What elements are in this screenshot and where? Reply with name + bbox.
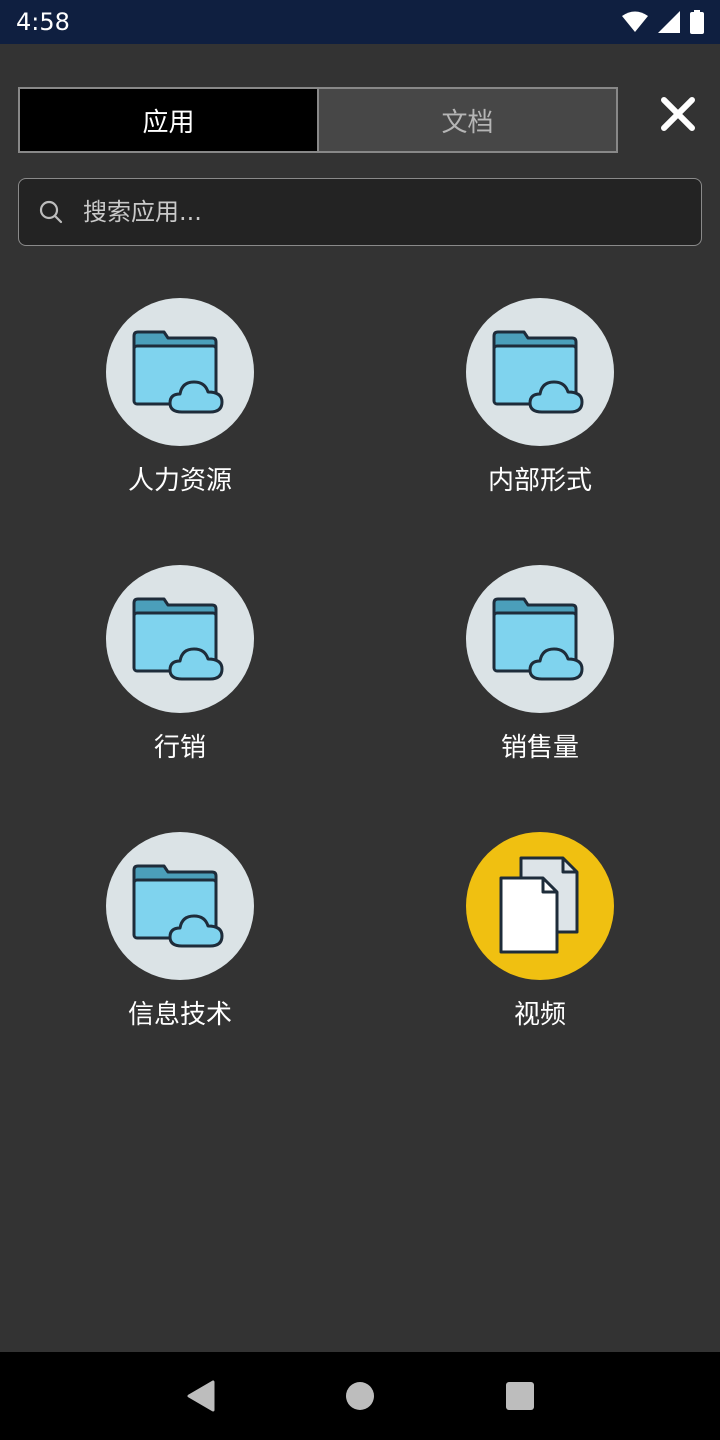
app-grid: 人力资源 内部形式 行销 销售量 信息技术 视频 (0, 298, 720, 1099)
back-triangle-icon (187, 1380, 215, 1412)
app-circle (466, 298, 614, 446)
folder-cloud-icon (132, 330, 224, 414)
tab-apps[interactable]: 应用 (20, 89, 317, 151)
close-button[interactable] (656, 92, 700, 136)
app-tile-hr[interactable]: 人力资源 (0, 298, 360, 565)
app-tile-marketing[interactable]: 行销 (0, 565, 360, 832)
tab-bar: 应用 文档 (18, 87, 618, 153)
search-box[interactable] (18, 178, 702, 246)
app-label: 视频 (513, 1000, 566, 1030)
search-icon (39, 200, 63, 224)
tab-documents[interactable]: 文档 (317, 89, 616, 151)
app-circle (466, 565, 614, 713)
cellular-signal-icon (658, 11, 680, 33)
navigation-bar (0, 1352, 720, 1440)
app-label: 内部形式 (487, 466, 592, 496)
app-tile-sales[interactable]: 销售量 (360, 565, 720, 832)
wifi-icon (622, 11, 648, 32)
status-time: 4:58 (16, 8, 70, 36)
folder-cloud-icon (132, 864, 224, 948)
app-tile-internal-forms[interactable]: 内部形式 (360, 298, 720, 565)
battery-icon (690, 10, 704, 34)
app-label: 人力资源 (127, 466, 232, 496)
app-tile-it[interactable]: 信息技术 (0, 832, 360, 1099)
folder-cloud-icon (132, 597, 224, 681)
status-bar: 4:58 (0, 0, 720, 44)
app-circle (106, 565, 254, 713)
app-tile-video[interactable]: 视频 (360, 832, 720, 1099)
documents-icon (499, 856, 579, 954)
close-icon (661, 97, 695, 131)
app-circle (106, 298, 254, 446)
app-label: 行销 (153, 733, 206, 763)
back-button[interactable] (176, 1372, 224, 1420)
folder-cloud-icon (492, 597, 584, 681)
home-button[interactable] (336, 1372, 384, 1420)
folder-cloud-icon (492, 330, 584, 414)
status-icons (622, 10, 704, 34)
app-circle (466, 832, 614, 980)
home-circle-icon (346, 1382, 374, 1410)
app-label: 销售量 (500, 733, 579, 763)
app-circle (106, 832, 254, 980)
search-input[interactable] (83, 198, 643, 226)
recents-button[interactable] (496, 1372, 544, 1420)
app-label: 信息技术 (127, 1000, 232, 1030)
recents-square-icon (506, 1382, 534, 1410)
